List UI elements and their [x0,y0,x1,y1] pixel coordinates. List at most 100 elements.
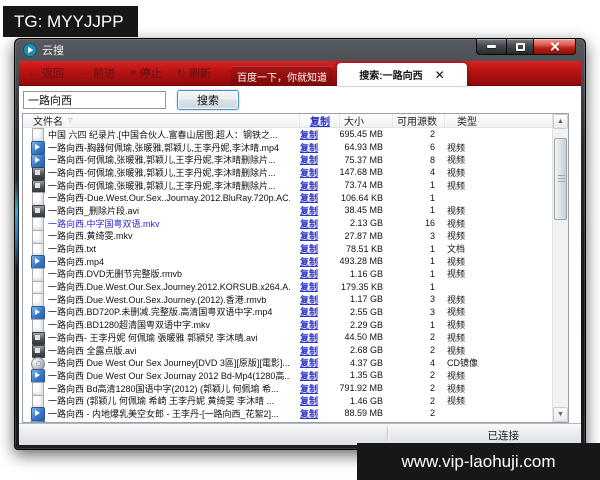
search-input[interactable] [23,91,166,109]
copy-link[interactable]: 复制 [300,217,330,230]
table-row[interactable]: 一路向西-胸器何佩瑜,张暖雅,郭颖儿,王李丹妮,李沐晴.mp4复制64.93 M… [23,141,552,154]
copy-link[interactable]: 复制 [300,280,330,293]
scrollbar-thumb[interactable] [554,138,567,220]
back-button[interactable]: ←返回 [28,65,64,81]
app-icon [23,43,37,57]
table-row[interactable]: 一路向西.Due.West.Our.Sex.Journey.2012.KORSU… [23,280,552,293]
cd-icon [31,357,44,369]
table-row[interactable]: 一路向西.Due.West.Our.Sex.Journey.(2012).香港.… [23,293,552,306]
table-row[interactable]: 一路向西-何佩瑜,张暖雅,郭颖儿,王李丹妮,李沐晴删除片...复制147.68 … [23,166,552,179]
tab-close-icon[interactable]: ✕ [435,69,445,81]
table-row[interactable]: 一路向西-何佩瑜,张暖雅,郭颖儿,王李丹妮,李沐晴删除片...复制73.74 M… [23,179,552,192]
copy-link[interactable]: 复制 [300,179,330,192]
copy-link[interactable]: 复制 [300,394,330,407]
table-row[interactable]: 一路向西.中字国粤双语.mkv复制2.13 GB16视频 [23,217,552,230]
table-row[interactable]: 一路向西.txt复制78.51 KB1文档 [23,242,552,255]
table-row[interactable]: 中国 六四 纪录片.[中国合伙人.富春山居图.超人：钢铁之...复制695.45… [23,128,552,141]
refresh-button[interactable]: ↻刷新 [177,65,211,81]
file-size: 27.87 MB [330,231,383,241]
table-row[interactable]: 一路向西.黄绮雯.mkv复制27.87 MB3视频 [23,230,552,243]
file-name: 一路向西-Due.West.Our.Sex..Journay.2012.BluR… [48,191,290,204]
file-name: 一路向西-何佩瑜,张暖雅,郭颖儿,王李丹妮,李沐晴删除片... [48,179,290,192]
copy-link[interactable]: 复制 [300,293,330,306]
maximize-button[interactable] [506,39,534,55]
header-sources[interactable]: 可用源数 [393,114,445,127]
source-count: 2 [383,370,435,380]
table-row[interactable]: 一路向西 Due West Our Sex Journey[DVD 3區][原版… [23,356,552,369]
file-size: 695.45 MB [330,129,383,139]
table-row[interactable]: 一路向西.DVD无删节完整版.rmvb复制1.16 GB1视频 [23,268,552,281]
window-edge-glow [15,179,18,269]
table-row[interactable]: 一路向西 (郭颖儿 何佩瑜 希崎 王李丹妮 黄绮雯 李沐晴 ...复制1.46 … [23,394,552,407]
file-type: 视频 [435,153,552,166]
copy-link[interactable]: 复制 [300,318,330,331]
copy-link[interactable]: 复制 [300,255,330,268]
video-icon [31,306,44,318]
file-type: 视频 [435,267,552,280]
file-type: 视频 [435,179,552,192]
header-filename[interactable]: 文件名 ▽ [23,114,300,127]
table-row[interactable]: 一路向西- 王李丹妮 何佩瑜 張暖雅 郭頴兒 李沐晴.avi复制44.50 MB… [23,331,552,344]
video-icon [31,154,44,166]
table-row[interactable]: 一路向西 全露点版.avi复制2.68 GB2视频 [23,344,552,357]
table-row[interactable]: 一路向西_删除片段.avi复制38.45 MB1视频 [23,204,552,217]
file-name: 一路向西.BD1280超清国粤双语中字.mkv [48,318,290,331]
video-icon [31,141,44,153]
window-title: 云搜 [42,42,64,58]
copy-link[interactable]: 复制 [300,420,330,422]
table-row[interactable]: 一路向西.BD720P.未删减.完整版.高清国粤双语中字.mp4复制2.55 G… [23,306,552,319]
top-banner: TG: MYYJJPP [3,6,138,37]
header-type[interactable]: 类型 [445,114,552,127]
file-type: 视频 [435,331,552,344]
tab-baidu[interactable]: 百度一下，你就知道 [231,66,333,86]
copy-link[interactable]: 复制 [300,267,330,280]
titlebar[interactable]: 云搜 [15,39,585,61]
header-copy[interactable]: 复制 [310,114,340,127]
table-row[interactable]: 一路向西 - 内地爆乳美空女郎 - 王李丹-[一路向西_花絮2]...复制88.… [23,407,552,420]
search-button[interactable]: 搜索 [177,90,239,110]
video-icon [31,369,44,381]
file-list: 中国 六四 纪录片.[中国合伙人.富春山居图.超人：钢铁之...复制695.45… [23,128,552,422]
file-size: 179.35 KB [330,282,383,292]
file-size: 75.37 MB [330,155,383,165]
stop-icon: ■ [130,67,137,79]
scroll-down-icon[interactable]: ▼ [553,407,568,422]
scroll-up-icon[interactable]: ▲ [553,114,568,129]
forward-button[interactable]: →前进 [79,65,115,81]
close-button[interactable] [534,39,576,55]
header-size[interactable]: 大小 [340,114,393,127]
copy-link[interactable]: 复制 [300,344,330,357]
copy-link[interactable]: 复制 [300,331,330,344]
table-row[interactable]: 一路向西 Bd高清1280国语中字(2012) (郭颖儿 何佩瑜 希...复制7… [23,382,552,395]
source-count: 3 [383,307,435,317]
table-row[interactable]: 一路向西-何佩瑜,张暖雅,郭颖儿,王李丹妮,李沐晴删除片...复制75.37 M… [23,153,552,166]
file-name: 一路向西- 王李丹妮 何佩瑜 張暖雅 郭頴兒 李沐晴.avi [48,331,290,344]
stop-button[interactable]: ■停止 [130,65,162,81]
copy-link[interactable]: 复制 [300,166,330,179]
copy-link[interactable]: 复制 [300,141,330,154]
copy-link[interactable]: 复制 [300,407,330,420]
copy-link[interactable]: 复制 [300,153,330,166]
copy-link[interactable]: 复制 [300,191,330,204]
table-row[interactable]: 一路向西.mp4复制493.28 MB1视频 [23,255,552,268]
browser-toolbar: ←返回 →前进 ■停止 ↻刷新 ⌂主页 百度一下，你就知道 搜索:一路向西 ✕ [19,61,581,86]
table-row[interactable]: 一路向西 Due West Our Sex Journay 2012 Bd-Mp… [23,369,552,382]
copy-link[interactable]: 复制 [300,305,330,318]
table-row[interactable]: 一路向西.BD1280超清国粤双语中字.mkv复制2.29 GB1视频 [23,318,552,331]
search-bar: 搜索 [19,87,581,113]
copy-link[interactable]: 复制 [300,204,330,217]
copy-link[interactable]: 复制 [300,128,330,141]
copy-link[interactable]: 复制 [300,356,330,369]
copy-link[interactable]: 复制 [300,242,330,255]
source-count: 2 [383,129,435,139]
tab-search-result[interactable]: 搜索:一路向西 ✕ [337,63,467,86]
table-row[interactable]: 一路向西-Due.West.Our.Sex..Journay.2012.BluR… [23,191,552,204]
copy-link[interactable]: 复制 [300,229,330,242]
file-icon [31,281,44,293]
copy-link[interactable]: 复制 [300,382,330,395]
copy-link[interactable]: 复制 [300,369,330,382]
results-panel: 文件名 ▽ 复制 大小 可用源数 类型 中国 六四 纪录片.[中国合伙人.富春山… [22,113,569,423]
minimize-button[interactable] [476,39,506,55]
scrollbar[interactable]: ▲ ▼ [552,114,568,422]
table-row[interactable]: 一路向西复制 [23,420,552,422]
